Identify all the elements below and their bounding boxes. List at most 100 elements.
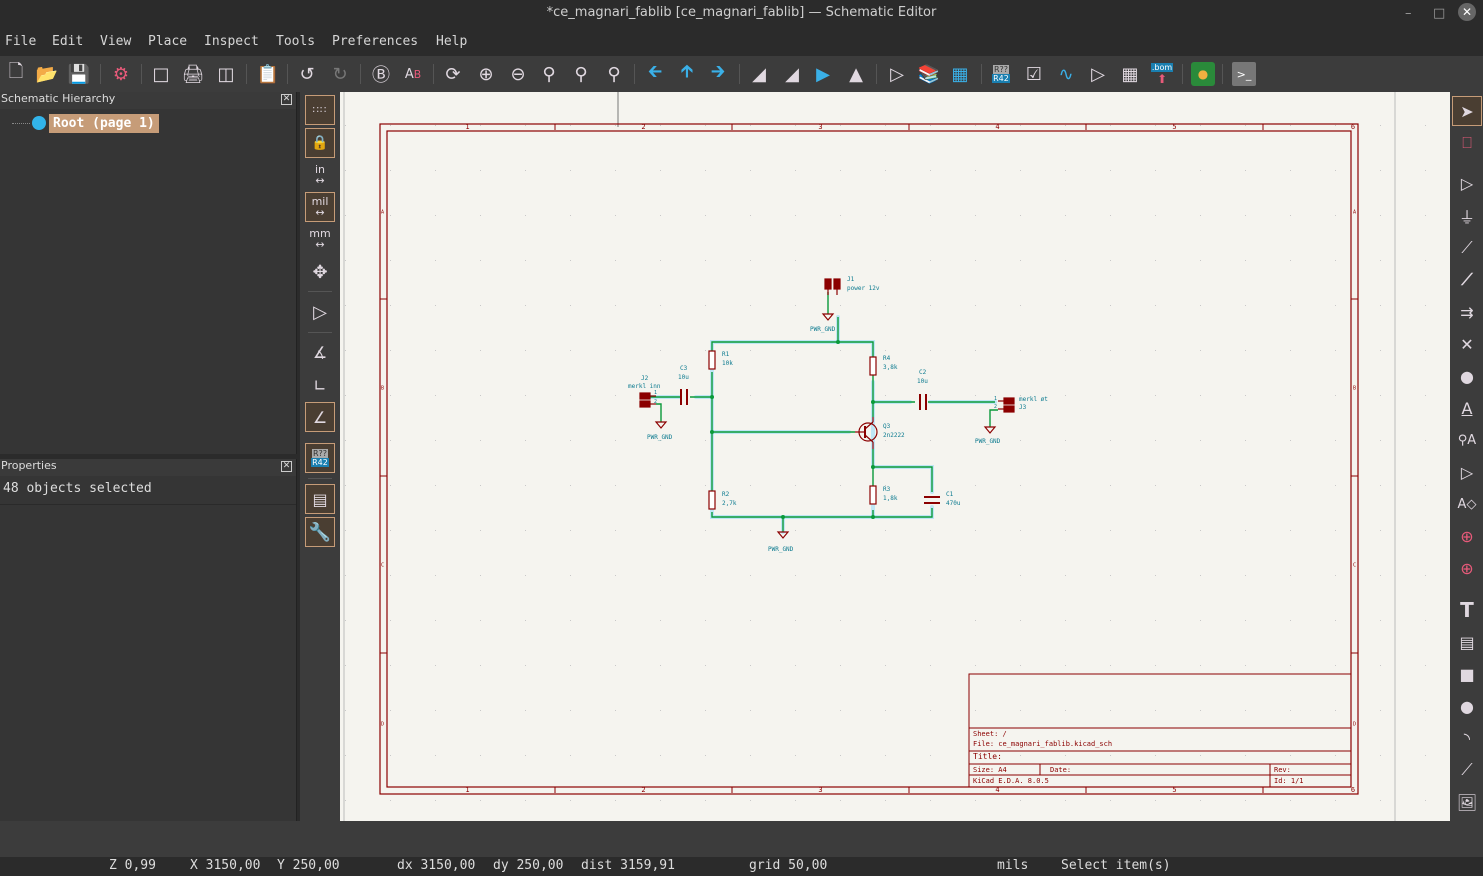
pcb-editor-icon[interactable]: ● — [1191, 62, 1215, 86]
line-mode-free-icon[interactable]: ∡ — [305, 337, 335, 367]
add-junction-icon[interactable]: ● — [1452, 361, 1482, 391]
close-properties-panel-icon[interactable]: ✕ — [281, 461, 292, 472]
add-net-class-icon[interactable]: ⚲A — [1452, 425, 1482, 455]
annotation-toggle-icon[interactable]: R?? R42 — [305, 443, 335, 473]
menu-edit[interactable]: Edit — [52, 34, 83, 49]
add-bus-entry-icon[interactable]: ⇉ — [1452, 297, 1482, 327]
print-icon[interactable]: 🖨 — [181, 62, 205, 86]
scripting-console-icon[interactable]: >_ — [1232, 62, 1256, 86]
line-mode-45-icon[interactable]: ∠ — [305, 402, 335, 432]
menu-preferences[interactable]: Preferences — [332, 34, 418, 49]
zoom-in-icon[interactable]: ⊕ — [474, 62, 498, 86]
zoom-fit-objects-icon[interactable]: ⚲ — [569, 62, 593, 86]
add-textbox-icon[interactable]: ▤ — [1452, 627, 1482, 657]
menu-place[interactable]: Place — [148, 34, 187, 49]
add-global-label-icon[interactable]: ▷ — [1452, 457, 1482, 487]
grid-dot — [570, 215, 571, 216]
schematic-canvas[interactable]: 112233445566AABBCCDD Sheet: / File: ce_m… — [340, 92, 1450, 821]
maximize-button[interactable]: □ — [1433, 6, 1445, 21]
footprint-assign-icon[interactable]: ▦ — [948, 62, 972, 86]
add-hierarchical-label-icon[interactable]: A◇ — [1452, 489, 1482, 519]
grid-dot — [1155, 800, 1156, 801]
add-power-icon[interactable]: ⏚ — [1452, 201, 1482, 231]
erc-icon[interactable]: ☑ — [1022, 62, 1046, 86]
full-crosshair-icon[interactable]: ✥ — [305, 257, 335, 287]
units-mil-button[interactable]: mil ↔ — [305, 192, 335, 222]
grid-dot — [1290, 710, 1291, 711]
select-tool-icon[interactable]: ➤ — [1452, 96, 1482, 126]
symbol-editor-icon[interactable]: ▷ — [885, 62, 909, 86]
menu-help[interactable]: Help — [436, 34, 467, 49]
units-mm-button[interactable]: mm ↔ — [305, 224, 335, 254]
new-schematic-icon[interactable]: 🗋 — [4, 61, 28, 86]
add-bus-icon[interactable]: ⟋ — [1452, 265, 1482, 295]
find-replace-icon[interactable]: AB — [401, 62, 425, 86]
mirror-horizontal-icon[interactable]: ▲ — [844, 62, 868, 86]
component-ref-r4: R4 — [883, 355, 891, 362]
undo-icon[interactable]: ↺ — [295, 62, 319, 86]
menu-view[interactable]: View — [100, 34, 131, 49]
hierarchy-root-label[interactable]: Root (page 1) — [49, 113, 159, 133]
close-hierarchy-panel-icon[interactable]: ✕ — [281, 94, 292, 105]
grid-dot — [1020, 710, 1021, 711]
navigate-back-icon[interactable]: 🡰 — [643, 61, 667, 86]
symbol-library-browser-icon[interactable]: 📚 — [917, 62, 941, 86]
frame-row-label: D — [381, 722, 384, 728]
paste-icon[interactable]: 📋 — [256, 62, 280, 86]
grid-toggle-icon[interactable]: ∷∷ — [305, 95, 335, 125]
grid-dot — [345, 710, 346, 711]
redo-icon[interactable]: ↻ — [328, 62, 352, 86]
simulator-icon[interactable]: ∿ — [1054, 62, 1078, 86]
grid-dot — [1290, 620, 1291, 621]
rotate-cw-icon[interactable]: ◢ — [780, 62, 804, 86]
zoom-out-icon[interactable]: ⊖ — [506, 62, 530, 86]
add-symbol-icon[interactable]: ▷ — [1452, 168, 1482, 198]
find-icon[interactable]: Ⓑ — [369, 62, 393, 86]
rotate-ccw-icon[interactable]: ◢ — [747, 62, 771, 86]
refresh-icon[interactable]: ⟳ — [441, 62, 465, 86]
add-sheet-icon[interactable]: ⊕ — [1452, 521, 1482, 551]
plot-icon[interactable]: ◫ — [214, 62, 238, 86]
navigate-forward-icon[interactable]: 🡲 — [706, 61, 730, 86]
bom-generator-icon[interactable]: .bom ⬆ — [1150, 62, 1174, 86]
schematic-setup-icon[interactable]: ⚙ — [109, 62, 133, 86]
open-schematic-icon[interactable]: 📂 — [35, 62, 59, 86]
symbol-fields-table-icon[interactable]: ▦ — [1118, 62, 1142, 86]
add-circle-icon[interactable]: ● — [1452, 691, 1482, 721]
zoom-fit-page-icon[interactable]: ⚲ — [537, 62, 561, 86]
navigate-up-icon[interactable]: 🡱 — [675, 61, 699, 86]
menu-inspect[interactable]: Inspect — [204, 34, 259, 49]
hierarchy-root-item[interactable]: Root (page 1) — [12, 113, 159, 133]
menu-tools[interactable]: Tools — [276, 34, 315, 49]
minimize-button[interactable]: – — [1405, 6, 1412, 21]
save-icon[interactable]: 💾 — [67, 62, 91, 86]
menu-file[interactable]: File — [5, 34, 36, 49]
no-connect-icon[interactable]: ✕ — [1452, 329, 1482, 359]
grid-lock-icon[interactable]: 🔒 — [305, 128, 335, 158]
add-text-icon[interactable]: T — [1452, 595, 1482, 625]
page-settings-icon[interactable]: □ — [149, 62, 173, 86]
add-rectangle-icon[interactable]: ■ — [1452, 659, 1482, 689]
grid-dot — [570, 755, 571, 756]
add-wire-icon[interactable]: ⟋ — [1452, 233, 1482, 263]
add-image-icon[interactable]: 🖼 — [1452, 787, 1482, 817]
bus-definitions-icon[interactable]: ▷ — [1086, 62, 1110, 86]
grid-dot — [390, 440, 391, 441]
hierarchy-panel-toggle-icon[interactable]: ▤ — [305, 484, 335, 514]
properties-panel-toggle-icon[interactable]: 🔧 — [305, 517, 335, 547]
mirror-vertical-icon[interactable]: ▶ — [811, 62, 835, 86]
grid-dot — [390, 305, 391, 306]
add-label-icon[interactable]: A — [1452, 393, 1482, 423]
add-arc-icon[interactable]: ◝ — [1452, 723, 1482, 753]
units-inch-button[interactable]: in ↔ — [305, 160, 335, 190]
import-sheet-pin-icon[interactable]: ⊕ — [1452, 553, 1482, 583]
annotate-icon[interactable]: R?? R42 — [989, 62, 1013, 86]
zoom-selection-icon[interactable]: ⚲ — [602, 62, 626, 86]
close-button[interactable]: ✕ — [1458, 3, 1476, 21]
show-hidden-pins-icon[interactable]: ▷ — [305, 297, 335, 327]
highlight-net-icon[interactable]: ⎕ — [1452, 128, 1482, 158]
line-mode-90-icon[interactable]: ∟ — [305, 370, 335, 400]
grid-dot — [1245, 215, 1246, 216]
add-line-icon[interactable]: ⟋ — [1452, 755, 1482, 785]
power-label-j3: PWR_GND — [975, 438, 1001, 445]
